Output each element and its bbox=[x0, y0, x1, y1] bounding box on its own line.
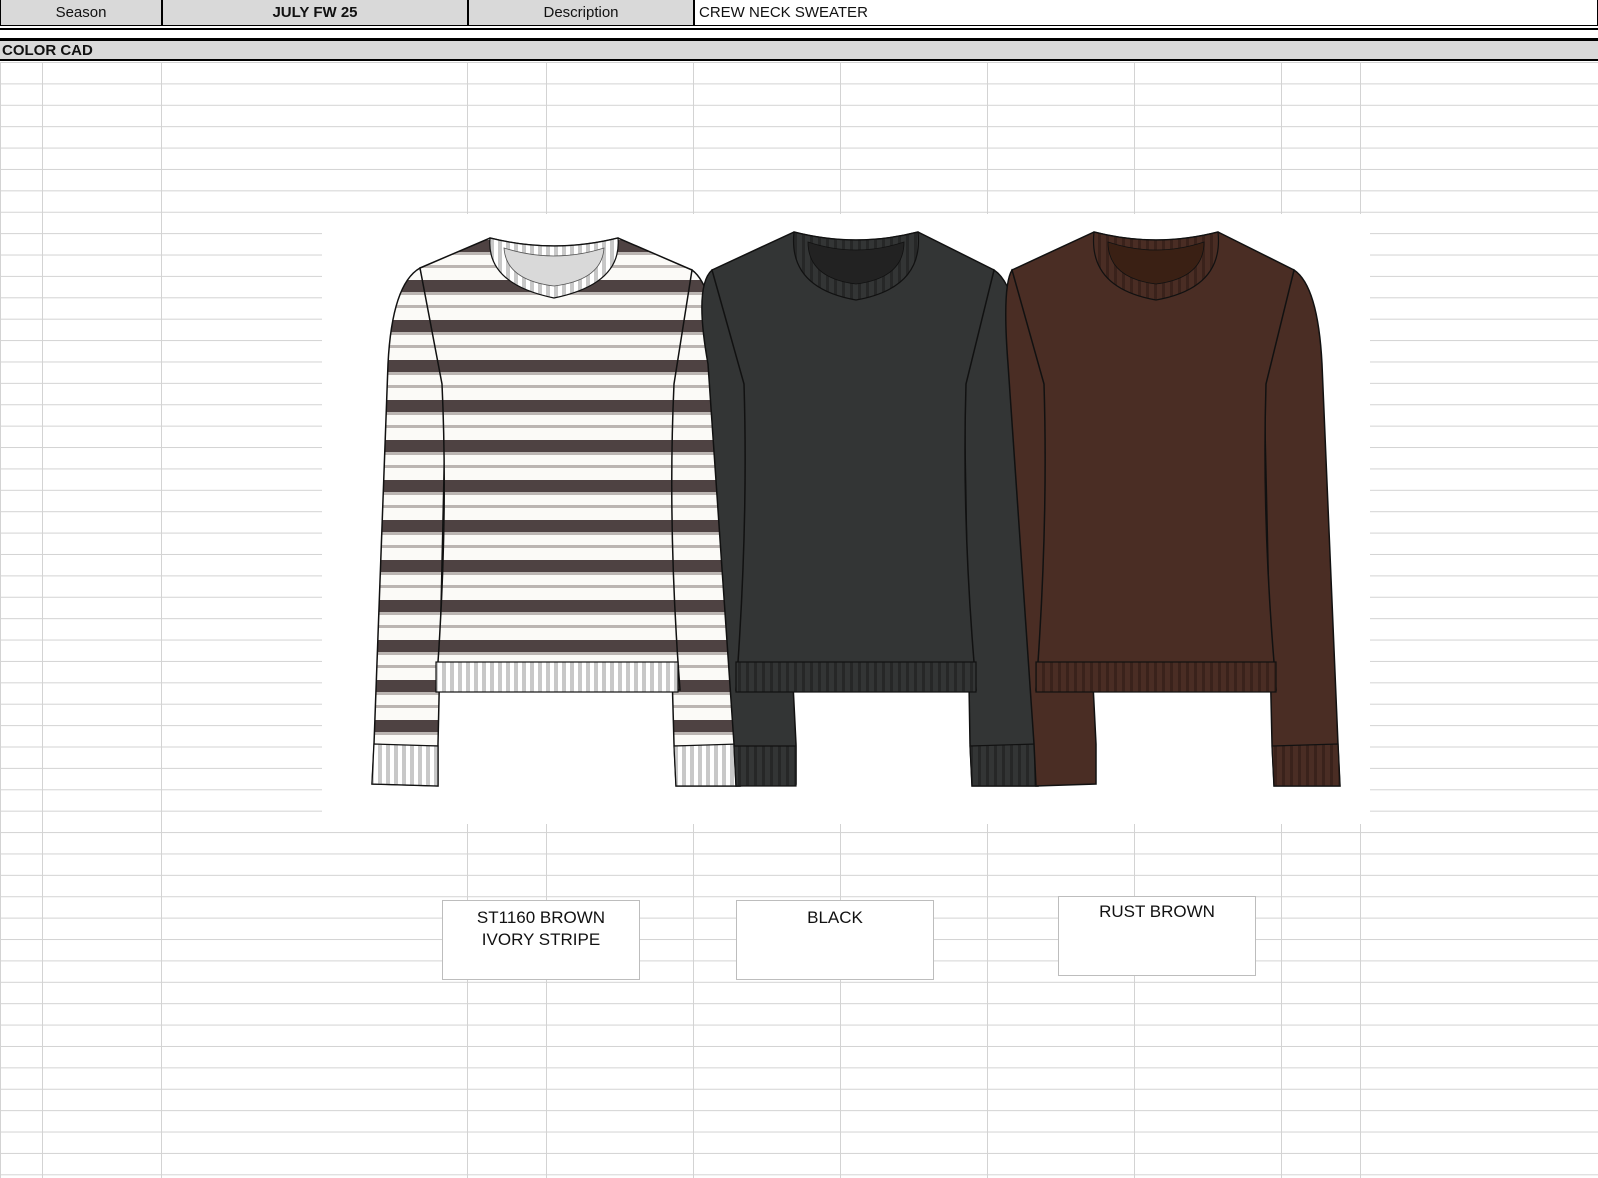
colorway-name-line1: BLACK bbox=[807, 908, 863, 927]
sweater-illustrations bbox=[371, 231, 1341, 787]
sweater-black bbox=[701, 231, 1039, 787]
color-cad-image bbox=[322, 214, 1370, 824]
season-value[interactable]: JULY FW 25 bbox=[162, 0, 468, 26]
colorway-name-line1: ST1160 BROWN bbox=[476, 908, 606, 927]
header-separator bbox=[0, 30, 1598, 41]
description-value[interactable]: CREW NECK SWEATER bbox=[694, 0, 1598, 26]
colorway-label-black[interactable]: BLACK bbox=[736, 900, 934, 980]
grid-column-line bbox=[161, 62, 162, 1178]
sweater-striped bbox=[371, 237, 741, 787]
section-title[interactable]: COLOR CAD bbox=[0, 41, 1598, 61]
colorway-name-line2: IVORY STRIPE bbox=[481, 930, 601, 949]
colorway-label-striped[interactable]: ST1160 BROWN IVORY STRIPE bbox=[442, 900, 640, 980]
header-row: Season JULY FW 25 Description CREW NECK … bbox=[0, 0, 1598, 30]
season-label[interactable]: Season bbox=[0, 0, 162, 26]
colorway-label-rust-brown[interactable]: RUST BROWN bbox=[1058, 896, 1256, 976]
grid-column-line bbox=[42, 62, 43, 1178]
description-label[interactable]: Description bbox=[468, 0, 694, 26]
sweater-rust-brown bbox=[1005, 231, 1341, 787]
colorway-name-line1: RUST BROWN bbox=[1099, 902, 1215, 921]
